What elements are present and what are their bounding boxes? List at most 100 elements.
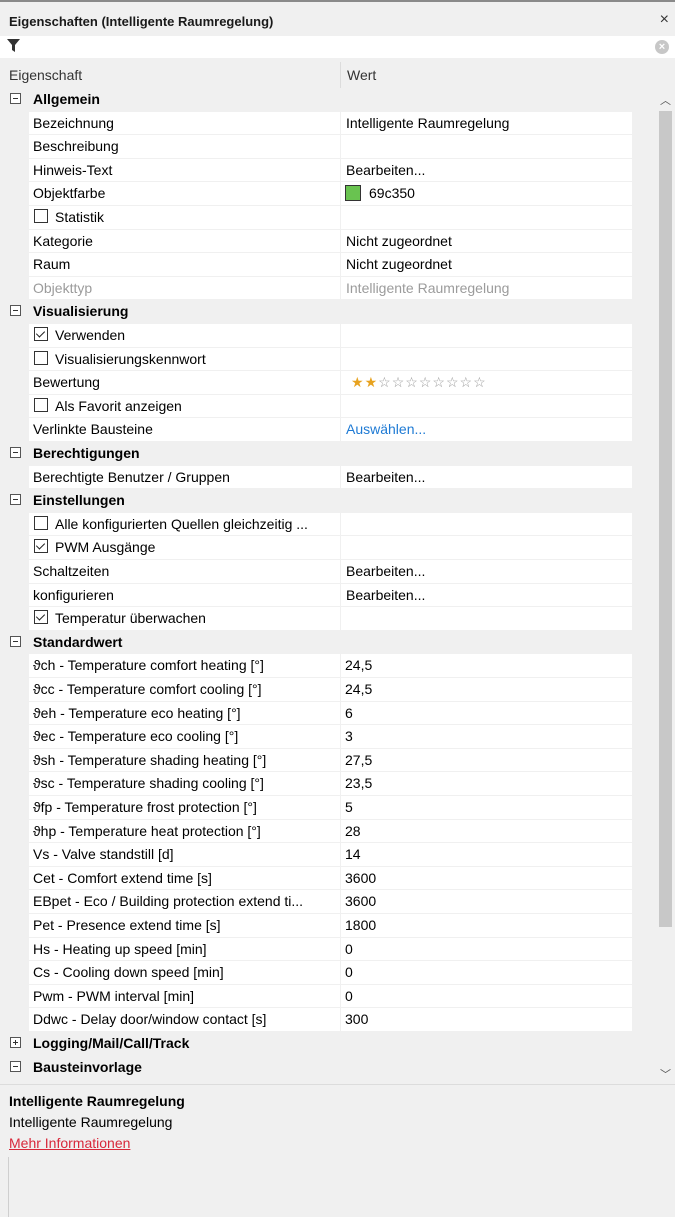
property-value-cell[interactable]: 1800 bbox=[341, 914, 632, 938]
property-row[interactable]: Alle konfigurierten Quellen gleichzeitig… bbox=[0, 512, 656, 537]
property-name-cell[interactable]: ϑch - Temperature comfort heating [°] bbox=[29, 654, 340, 678]
property-value-cell[interactable] bbox=[341, 206, 632, 230]
property-value-cell[interactable]: 14 bbox=[341, 843, 632, 867]
property-row[interactable]: ϑsh - Temperature shading heating [°] 27,… bbox=[0, 748, 656, 773]
property-name-cell[interactable]: Beschreibung bbox=[29, 135, 340, 159]
property-row[interactable]: Vs - Valve standstill [d] 14 bbox=[0, 843, 656, 867]
category-row[interactable]: Allgemein bbox=[0, 88, 656, 112]
star-icon[interactable]: ☆ bbox=[460, 374, 474, 390]
rating-stars[interactable]: ★★☆☆☆☆☆☆☆☆ bbox=[351, 374, 487, 391]
property-row[interactable]: PWM Ausgänge bbox=[0, 536, 656, 560]
collapse-icon[interactable] bbox=[10, 1060, 21, 1072]
property-name-cell[interactable]: Verwenden bbox=[29, 324, 340, 348]
property-row[interactable]: Pet - Presence extend time [s] 1800 bbox=[0, 914, 656, 938]
star-icon[interactable]: ☆ bbox=[432, 374, 446, 390]
property-value-cell[interactable]: 3600 bbox=[341, 890, 632, 914]
color-swatch[interactable] bbox=[345, 185, 361, 202]
property-value-cell[interactable] bbox=[341, 135, 632, 159]
property-name-cell[interactable]: Objektfarbe bbox=[29, 182, 340, 206]
property-name-cell[interactable]: ϑhp - Temperature heat protection [°] bbox=[29, 819, 340, 844]
property-value-cell[interactable]: 0 bbox=[341, 961, 632, 985]
property-name-cell[interactable]: ϑsc - Temperature shading cooling [°] bbox=[29, 772, 340, 796]
property-row[interactable]: Berechtigte Benutzer / Gruppen Bearbeiten… bbox=[0, 465, 656, 490]
property-name-cell[interactable]: Vs - Valve standstill [d] bbox=[29, 843, 340, 867]
property-value-cell[interactable]: 5 bbox=[341, 796, 632, 820]
filter-icon[interactable] bbox=[7, 39, 20, 56]
property-row[interactable]: EBpet - Eco / Building protection extend… bbox=[0, 890, 656, 914]
property-value-cell[interactable]: 27,5 bbox=[341, 748, 632, 773]
star-icon[interactable]: ★ bbox=[365, 374, 379, 390]
property-name-cell[interactable]: Berechtigte Benutzer / Gruppen bbox=[29, 465, 340, 490]
property-row[interactable]: Cet - Comfort extend time [s] 3600 bbox=[0, 866, 656, 891]
property-value-cell[interactable]: Nicht zugeordnet bbox=[341, 229, 632, 254]
collapse-icon[interactable] bbox=[10, 305, 21, 317]
property-name-cell[interactable]: Cs - Cooling down speed [min] bbox=[29, 961, 340, 985]
property-name-cell[interactable]: ϑeh - Temperature eco heating [°] bbox=[29, 701, 340, 726]
property-value-cell[interactable] bbox=[341, 394, 632, 419]
property-row[interactable]: Schaltzeiten Bearbeiten... bbox=[0, 560, 656, 584]
scrollbar-thumb[interactable] bbox=[659, 111, 672, 927]
checkbox[interactable] bbox=[34, 515, 48, 530]
checkbox[interactable] bbox=[34, 327, 48, 341]
property-row[interactable]: Visualisierungskennwort bbox=[0, 347, 656, 372]
property-name-cell[interactable]: Raum bbox=[29, 253, 340, 277]
property-row[interactable]: Beschreibung bbox=[0, 135, 656, 159]
property-value-cell[interactable] bbox=[341, 324, 632, 348]
property-row[interactable]: Verlinkte Bausteine Auswählen... bbox=[0, 418, 656, 442]
checkbox[interactable] bbox=[34, 610, 48, 625]
property-value-cell[interactable]: 3600 bbox=[341, 866, 632, 891]
property-name-cell[interactable]: Bezeichnung bbox=[29, 111, 340, 136]
property-name-cell[interactable]: EBpet - Eco / Building protection extend… bbox=[29, 890, 340, 914]
property-value-cell[interactable]: Intelligente Raumregelung bbox=[341, 111, 632, 136]
star-icon[interactable]: ☆ bbox=[473, 374, 487, 390]
property-name-cell[interactable]: PWM Ausgänge bbox=[29, 536, 340, 560]
collapse-icon[interactable] bbox=[10, 635, 21, 647]
property-row[interactable]: Raum Nicht zugeordnet bbox=[0, 253, 656, 277]
category-row[interactable]: Berechtigungen bbox=[0, 442, 656, 466]
property-name-cell[interactable]: Pwm - PWM interval [min] bbox=[29, 984, 340, 1009]
property-row[interactable]: Ddwc - Delay door/window contact [s] 300 bbox=[0, 1008, 656, 1032]
property-value-cell[interactable]: Bearbeiten... bbox=[341, 158, 632, 183]
property-value-cell[interactable]: 28 bbox=[341, 819, 632, 844]
property-row[interactable]: ϑfp - Temperature frost protection [°] 5 bbox=[0, 796, 656, 820]
property-name-cell[interactable]: Ddwc - Delay door/window contact [s] bbox=[29, 1008, 340, 1032]
category-row[interactable]: Bausteinvorlage bbox=[0, 1056, 656, 1080]
property-row[interactable]: ϑch - Temperature comfort heating [°] 24,… bbox=[0, 654, 656, 678]
property-value-cell[interactable]: 6 bbox=[341, 701, 632, 726]
property-name-cell[interactable]: Als Favorit anzeigen bbox=[29, 394, 340, 419]
property-row[interactable]: Statistik bbox=[0, 206, 656, 230]
more-information-link[interactable]: Mehr Informationen bbox=[9, 1135, 130, 1151]
property-row[interactable]: Pwm - PWM interval [min] 0 bbox=[0, 984, 656, 1009]
property-name-cell[interactable]: Visualisierungskennwort bbox=[29, 347, 340, 372]
star-icon[interactable]: ★ bbox=[351, 374, 365, 390]
property-name-cell[interactable]: Bewertung bbox=[29, 371, 340, 395]
star-icon[interactable]: ☆ bbox=[446, 374, 460, 390]
property-value-cell[interactable]: 0 bbox=[341, 937, 632, 962]
property-value-cell[interactable]: Bearbeiten... bbox=[341, 560, 632, 584]
close-icon[interactable]: × bbox=[660, 11, 669, 29]
column-header-value[interactable]: Wert bbox=[347, 67, 376, 83]
property-value-cell[interactable]: 0 bbox=[341, 984, 632, 1009]
category-row[interactable]: Logging/Mail/Call/Track bbox=[0, 1032, 656, 1056]
property-name-cell[interactable]: Statistik bbox=[29, 206, 340, 230]
property-name-cell[interactable]: ϑsh - Temperature shading heating [°] bbox=[29, 748, 340, 773]
property-name-cell[interactable]: Objekttyp bbox=[29, 276, 340, 301]
property-name-cell[interactable]: Pet - Presence extend time [s] bbox=[29, 914, 340, 938]
property-value-cell[interactable]: ★★☆☆☆☆☆☆☆☆ bbox=[341, 371, 632, 395]
filter-input[interactable] bbox=[26, 38, 636, 56]
property-row[interactable]: ϑeh - Temperature eco heating [°] 6 bbox=[0, 701, 656, 726]
property-value-cell[interactable]: Auswählen... bbox=[341, 418, 632, 442]
checkbox[interactable] bbox=[34, 209, 48, 223]
vertical-scrollbar[interactable]: ︿ ﹀ bbox=[656, 88, 675, 1084]
property-value-cell[interactable]: 24,5 bbox=[341, 654, 632, 678]
property-value-cell[interactable]: Intelligente Raumregelung bbox=[341, 276, 632, 301]
property-value-cell[interactable] bbox=[341, 607, 632, 631]
scroll-down-icon[interactable]: ﹀ bbox=[660, 1066, 671, 1082]
column-header-property[interactable]: Eigenschaft bbox=[9, 67, 82, 83]
property-row[interactable]: konfigurieren Bearbeiten... bbox=[0, 583, 656, 608]
property-name-cell[interactable]: ϑec - Temperature eco cooling [°] bbox=[29, 725, 340, 749]
property-row[interactable]: Hs - Heating up speed [min] 0 bbox=[0, 937, 656, 962]
property-row[interactable]: Bewertung ★★☆☆☆☆☆☆☆☆ bbox=[0, 371, 656, 395]
property-value-cell[interactable]: 3 bbox=[341, 725, 632, 749]
star-icon[interactable]: ☆ bbox=[405, 374, 419, 390]
